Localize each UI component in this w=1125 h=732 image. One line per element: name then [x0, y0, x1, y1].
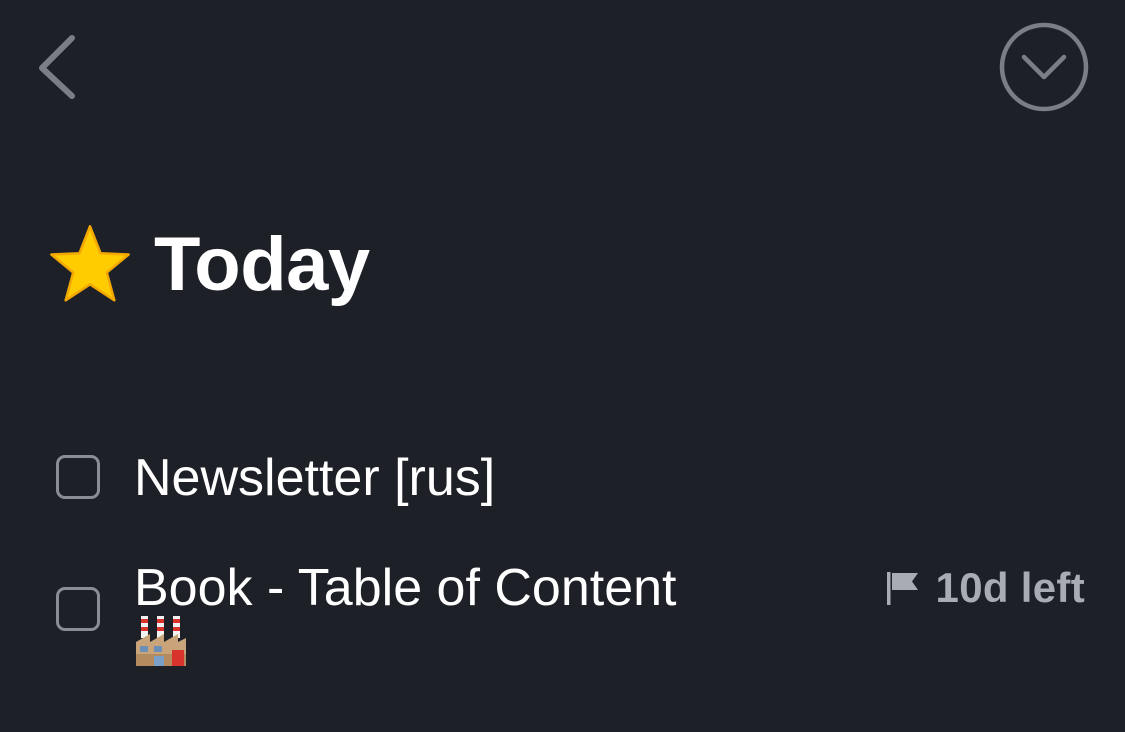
task-item[interactable]: Book - Table of Content 10d left: [56, 558, 1085, 678]
page-title: Today: [154, 222, 370, 307]
deadline-label: 10d left: [935, 564, 1085, 611]
task-title: Book - Table of Content: [134, 559, 677, 617]
page-header: Today: [48, 218, 370, 312]
task-item[interactable]: Newsletter [rus]: [56, 448, 1085, 512]
chevron-down-circle-icon: [999, 22, 1089, 112]
chevron-left-icon: [39, 35, 75, 99]
star-icon: [50, 225, 130, 302]
task-checkbox[interactable]: [56, 455, 100, 499]
factory-icon: [136, 616, 186, 666]
options-button[interactable]: [998, 21, 1090, 113]
task-checkbox[interactable]: [56, 587, 100, 631]
back-button[interactable]: [30, 30, 86, 106]
flag-icon: [886, 572, 918, 605]
task-deadline: 10d left: [884, 564, 1085, 612]
task-title: Newsletter [rus]: [134, 449, 496, 507]
